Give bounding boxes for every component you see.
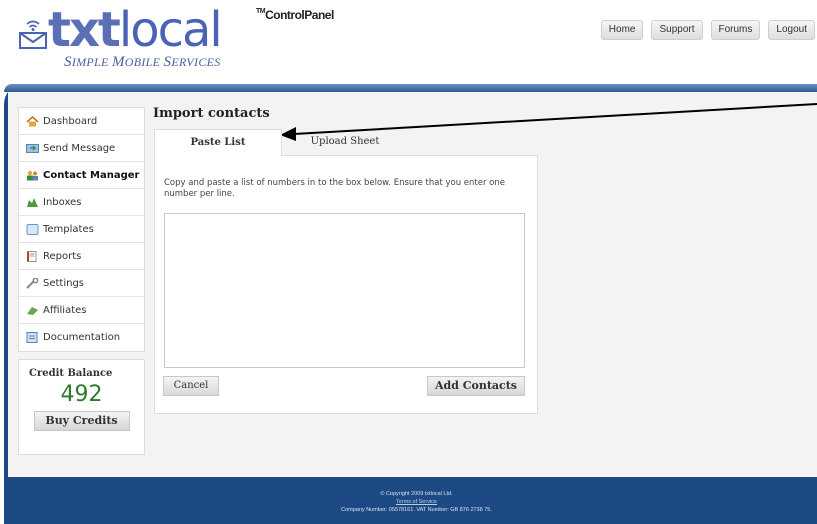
sidebar-item-label: Reports xyxy=(43,250,82,262)
footer: © Copyright 2009 txtlocal Ltd. Terms of … xyxy=(8,490,817,514)
top-nav: Home Support Forums Logout xyxy=(600,20,815,40)
cancel-button[interactable]: Cancel xyxy=(163,376,219,396)
credit-balance-title: Credit Balance xyxy=(29,368,113,379)
sidebar-item-contact-manager[interactable]: Contact Manager xyxy=(19,162,144,189)
txtlocal-logo: txtlocal TMControlPanel SIMPLE MOBILE SE… xyxy=(18,2,338,76)
wrench-icon xyxy=(26,277,39,289)
sidebar-item-label: Documentation xyxy=(43,332,121,343)
buy-credits-button[interactable]: Buy Credits xyxy=(33,411,130,431)
terms-of-service-link[interactable]: Terms of Service xyxy=(8,498,817,506)
frame-top-edge xyxy=(4,84,817,92)
credit-balance-value: 492 xyxy=(60,382,103,407)
sidebar-nav: Dashboard Send Message Contact Manager I… xyxy=(18,107,145,352)
add-contacts-button[interactable]: Add Contacts xyxy=(427,376,525,396)
product-name: TMControlPanel xyxy=(256,8,334,22)
send-message-icon xyxy=(26,143,39,153)
tab-paste-list[interactable]: Paste List xyxy=(154,129,282,156)
sidebar-item-label: Dashboard xyxy=(43,115,98,127)
template-icon xyxy=(26,223,39,235)
sidebar-item-templates[interactable]: Templates xyxy=(19,216,144,243)
sidebar-item-label: Contact Manager xyxy=(43,169,140,181)
sidebar-item-dashboard[interactable]: Dashboard xyxy=(19,108,144,135)
numbers-textarea[interactable] xyxy=(164,213,525,368)
sidebar-item-label: Templates xyxy=(43,223,94,235)
home-icon xyxy=(26,115,39,126)
brand-name: txtlocal xyxy=(48,2,223,58)
footer-copyright: © Copyright 2009 txtlocal Ltd. xyxy=(380,491,453,497)
tab-upload-sheet[interactable]: Upload Sheet xyxy=(282,129,408,156)
report-icon xyxy=(27,250,37,262)
contacts-icon xyxy=(27,170,38,180)
page-title: Import contacts xyxy=(153,106,270,121)
forums-link[interactable]: Forums xyxy=(710,20,761,40)
support-link[interactable]: Support xyxy=(651,20,703,40)
sidebar-item-send-message[interactable]: Send Message xyxy=(19,135,144,162)
inbox-icon xyxy=(27,197,38,207)
sidebar-item-settings[interactable]: Settings xyxy=(19,270,144,297)
logo-tagline: SIMPLE MOBILE SERVICES xyxy=(64,54,221,70)
home-link[interactable]: Home xyxy=(600,20,644,40)
sidebar-item-label: Send Message xyxy=(43,142,116,154)
sidebar-item-label: Settings xyxy=(43,277,85,289)
sidebar-item-documentation[interactable]: Documentation xyxy=(19,324,144,351)
mail-signal-icon xyxy=(19,20,47,49)
logout-link[interactable]: Logout xyxy=(768,20,815,40)
sidebar-item-label: Inboxes xyxy=(43,196,82,208)
sidebar-item-inboxes[interactable]: Inboxes xyxy=(19,189,144,216)
sidebar-item-label: Affiliates xyxy=(43,304,87,316)
sidebar-item-affiliates[interactable]: Affiliates xyxy=(19,297,144,324)
import-instructions: Copy and paste a list of numbers in to t… xyxy=(164,178,506,199)
documentation-icon xyxy=(26,332,38,343)
sidebar: Dashboard Send Message Contact Manager I… xyxy=(18,107,145,455)
credit-balance-box: Credit Balance 492 Buy Credits xyxy=(18,359,145,455)
affiliate-icon xyxy=(27,306,38,315)
sidebar-item-reports[interactable]: Reports xyxy=(19,243,144,270)
footer-company-info: Company Number: 05578161. VAT Number: GB… xyxy=(341,507,492,513)
